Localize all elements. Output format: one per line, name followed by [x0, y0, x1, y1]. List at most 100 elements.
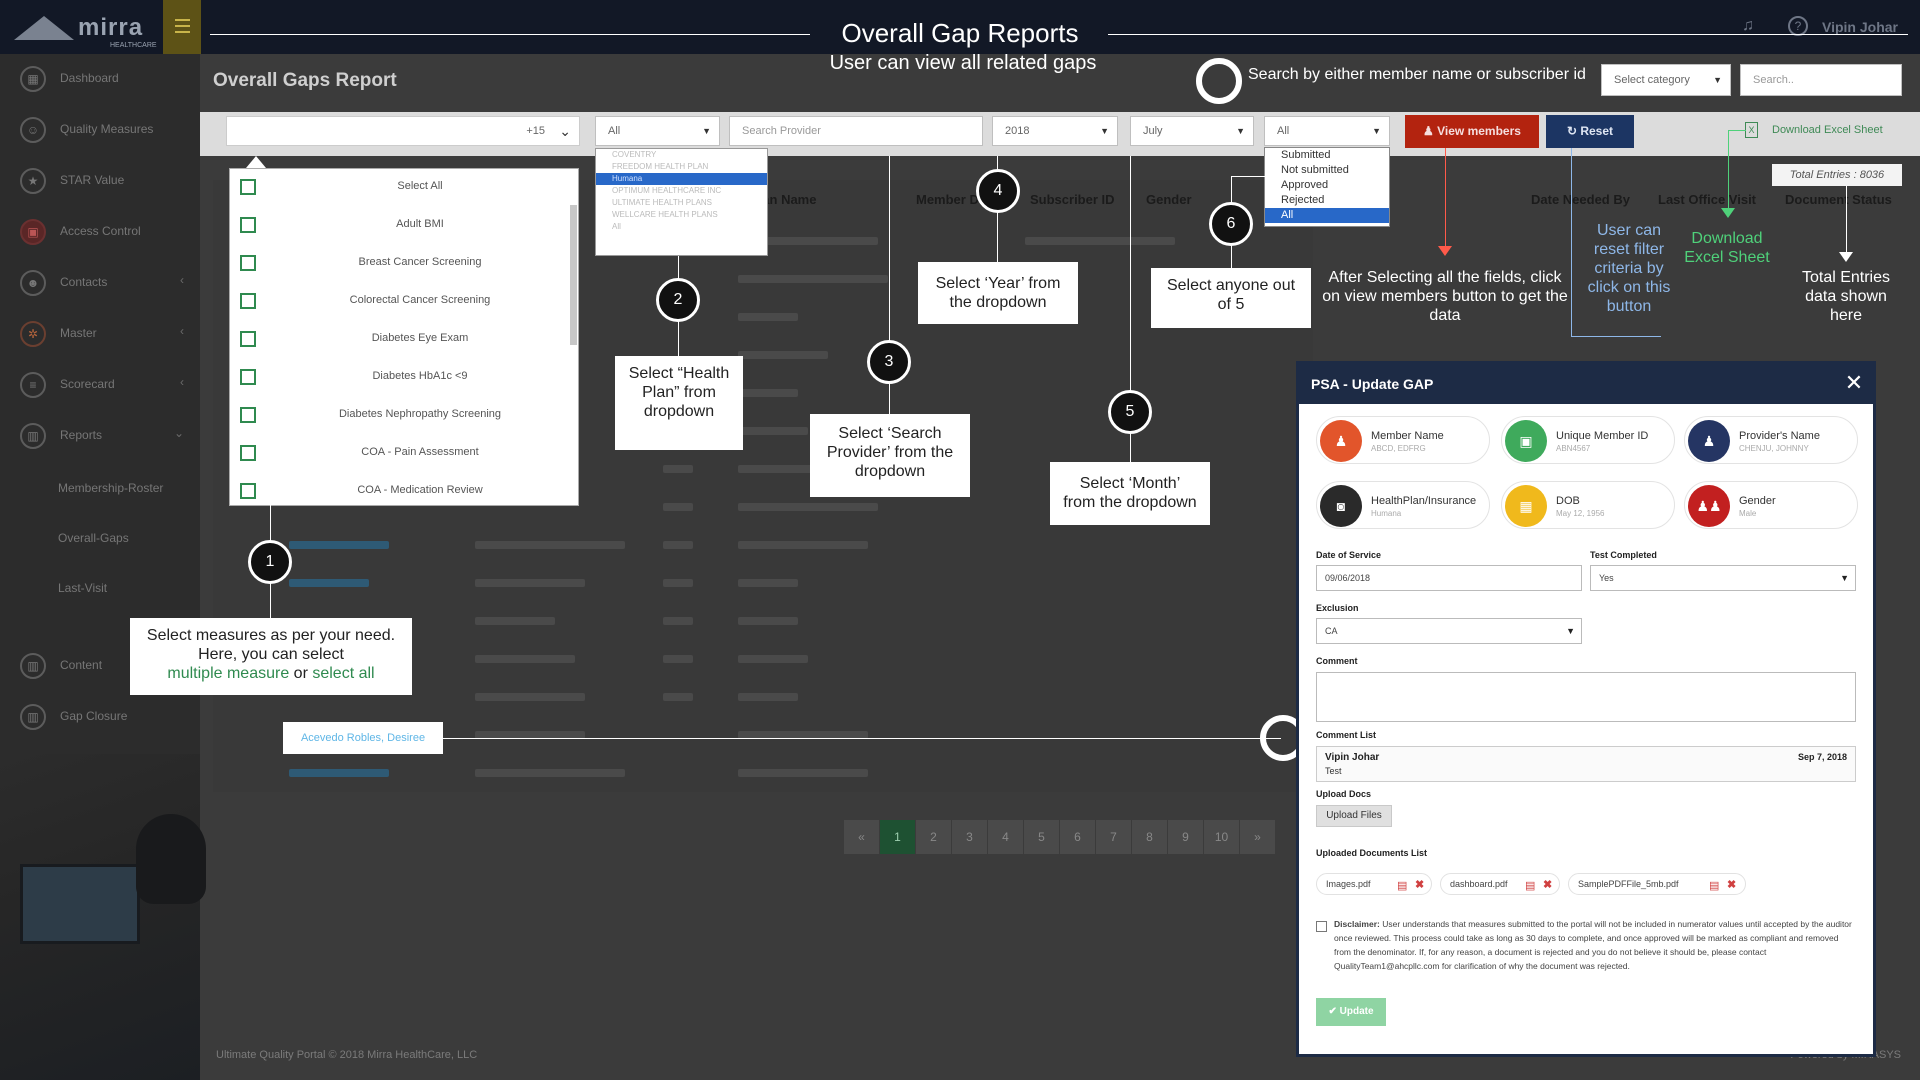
measure-option[interactable]: Breast Cancer Screening	[230, 245, 570, 283]
remove-icon[interactable]: ✖	[1415, 875, 1424, 895]
checkbox[interactable]	[240, 407, 256, 423]
checkbox[interactable]	[240, 217, 256, 233]
test-completed-select[interactable]: Yes ▼	[1590, 565, 1856, 591]
provider-search-input[interactable]: Search Provider	[729, 116, 983, 146]
card-value: Male	[1739, 509, 1757, 518]
sidebar-item-gap-closure[interactable]: ▥ Gap Closure	[0, 692, 200, 742]
document-chip[interactable]: dashboard.pdf ▤ ✖	[1440, 873, 1560, 895]
disclaimer-checkbox[interactable]	[1316, 921, 1327, 932]
column-header-last-office-visit[interactable]: Last Office Visit	[1658, 192, 1756, 207]
page-3[interactable]: 3	[952, 820, 988, 854]
status-option[interactable]: Approved	[1265, 178, 1389, 193]
measure-option[interactable]: Diabetes Nephropathy Screening	[230, 397, 570, 435]
checkbox[interactable]	[240, 331, 256, 347]
page-6[interactable]: 6	[1060, 820, 1096, 854]
measure-option-label: Diabetes Eye Exam	[371, 332, 469, 344]
document-name[interactable]: dashboard.pdf	[1450, 879, 1508, 889]
status-option[interactable]: Not submitted	[1265, 163, 1389, 178]
measure-option[interactable]: Adult BMI	[230, 207, 570, 245]
highlighted-member-name[interactable]: Acevedo Robles, Desiree	[283, 722, 443, 754]
date-of-service-input[interactable]: 09/06/2018	[1316, 565, 1582, 591]
sidebar-subitem-membership-roster[interactable]: Membership-Roster	[58, 481, 163, 495]
measure-option[interactable]: Diabetes HbA1c <9	[230, 359, 570, 397]
health-plan-select[interactable]: All ▼	[595, 116, 720, 146]
column-header-gender[interactable]: Gender	[1146, 192, 1192, 207]
year-select[interactable]: 2018 ▼	[992, 116, 1118, 146]
checkbox[interactable]	[240, 369, 256, 385]
page-9[interactable]: 9	[1168, 820, 1204, 854]
table-row[interactable]	[213, 529, 1313, 567]
sidebar-subitem-last-visit[interactable]: Last-Visit	[58, 581, 107, 595]
remove-icon[interactable]: ✖	[1543, 875, 1552, 895]
checkbox[interactable]	[240, 293, 256, 309]
page-2[interactable]: 2	[916, 820, 952, 854]
card-label: HealthPlan/Insurance	[1371, 495, 1477, 507]
excel-file-icon[interactable]: X	[1745, 122, 1758, 138]
checkbox[interactable]	[240, 255, 256, 271]
status-select[interactable]: All ▼	[1264, 116, 1390, 146]
sidebar-item-master[interactable]: ✲ Master ‹	[0, 309, 200, 359]
member-name-link[interactable]	[289, 769, 389, 777]
column-header-date-needed-by[interactable]: Date Needed By	[1531, 192, 1630, 207]
page-prev[interactable]: «	[844, 820, 880, 854]
upload-files-button[interactable]: Upload Files	[1316, 805, 1392, 827]
health-plan-option[interactable]: All	[596, 221, 767, 233]
document-chip[interactable]: SamplePDFFile_5mb.pdf ▤ ✖	[1568, 873, 1746, 895]
measure-option[interactable]: Colorectal Cancer Screening	[230, 283, 570, 321]
sidebar-item-reports[interactable]: ▥ Reports ⌄	[0, 411, 200, 461]
document-name[interactable]: Images.pdf	[1326, 879, 1371, 889]
table-row[interactable]	[213, 567, 1313, 605]
health-plan-option[interactable]: FREEDOM HEALTH PLAN	[596, 161, 767, 173]
update-button[interactable]: ✔ Update	[1316, 998, 1386, 1026]
checkbox[interactable]	[240, 483, 256, 499]
sidebar-item-star-value[interactable]: ★ STAR Value	[0, 156, 200, 206]
sidebar-item-access-control[interactable]: ▣ Access Control	[0, 207, 200, 257]
column-header-subscriber-id[interactable]: Subscriber ID	[1030, 192, 1115, 207]
sidebar-subitem-overall-gaps[interactable]: Overall-Gaps	[58, 531, 129, 545]
document-name[interactable]: SamplePDFFile_5mb.pdf	[1578, 879, 1679, 889]
download-excel-link[interactable]: Download Excel Sheet	[1772, 124, 1883, 136]
measure-option[interactable]: Diabetes Eye Exam	[230, 321, 570, 359]
page-1[interactable]: 1	[880, 820, 916, 854]
measures-multiselect[interactable]: +15 ⌄	[226, 116, 580, 146]
remove-icon[interactable]: ✖	[1727, 875, 1736, 895]
exclusion-select[interactable]: CA ▼	[1316, 618, 1582, 644]
comment-textarea[interactable]	[1316, 672, 1856, 722]
page-5[interactable]: 5	[1024, 820, 1060, 854]
view-members-button[interactable]: ♟ View members	[1405, 115, 1539, 148]
sidebar-item-contacts[interactable]: ☻ Contacts ‹	[0, 258, 200, 308]
column-header-document-status[interactable]: Document Status	[1785, 192, 1892, 207]
health-plan-option[interactable]: WELLCARE HEALTH PLANS	[596, 209, 767, 221]
month-select[interactable]: July ▼	[1130, 116, 1254, 146]
page-next[interactable]: »	[1240, 820, 1276, 854]
document-chip[interactable]: Images.pdf ▤ ✖	[1316, 873, 1432, 895]
scrollbar[interactable]	[570, 205, 577, 345]
healthplan-card: ◙ HealthPlan/Insurance Humana	[1316, 481, 1490, 529]
sidebar-item-label: Quality Measures	[60, 122, 154, 136]
close-icon[interactable]: ✕	[1839, 368, 1869, 398]
health-plan-option[interactable]: COVENTRY	[596, 149, 767, 161]
measure-option[interactable]: COA - Pain Assessment	[230, 435, 570, 473]
page-7[interactable]: 7	[1096, 820, 1132, 854]
sidebar-item-quality-measures[interactable]: ☺ Quality Measures	[0, 105, 200, 155]
checkbox[interactable]	[240, 179, 256, 195]
health-plan-option[interactable]: ULTIMATE HEALTH PLANS	[596, 197, 767, 209]
sidebar-item-scorecard[interactable]: ≡ Scorecard ‹	[0, 360, 200, 410]
status-option[interactable]: Rejected	[1265, 193, 1389, 208]
table-row[interactable]	[213, 757, 1313, 795]
reset-button[interactable]: ↻ Reset	[1546, 115, 1634, 148]
member-name-link[interactable]	[289, 579, 369, 587]
page-10[interactable]: 10	[1204, 820, 1240, 854]
bar-chart-icon: ▥	[20, 653, 46, 679]
status-option[interactable]: Submitted	[1265, 148, 1389, 163]
page-4[interactable]: 4	[988, 820, 1024, 854]
checkbox[interactable]	[240, 445, 256, 461]
status-option[interactable]: All	[1265, 208, 1389, 223]
member-name-card: ♟ Member Name ABCD, EDFRG	[1316, 416, 1490, 464]
measure-option[interactable]: COA - Medication Review	[230, 473, 570, 511]
health-plan-option[interactable]: OPTIMUM HEALTHCARE INC	[596, 185, 767, 197]
measure-option[interactable]: Select All	[230, 169, 570, 207]
page-8[interactable]: 8	[1132, 820, 1168, 854]
health-plan-option[interactable]: Humana	[596, 173, 767, 185]
member-name-link[interactable]	[289, 541, 389, 549]
